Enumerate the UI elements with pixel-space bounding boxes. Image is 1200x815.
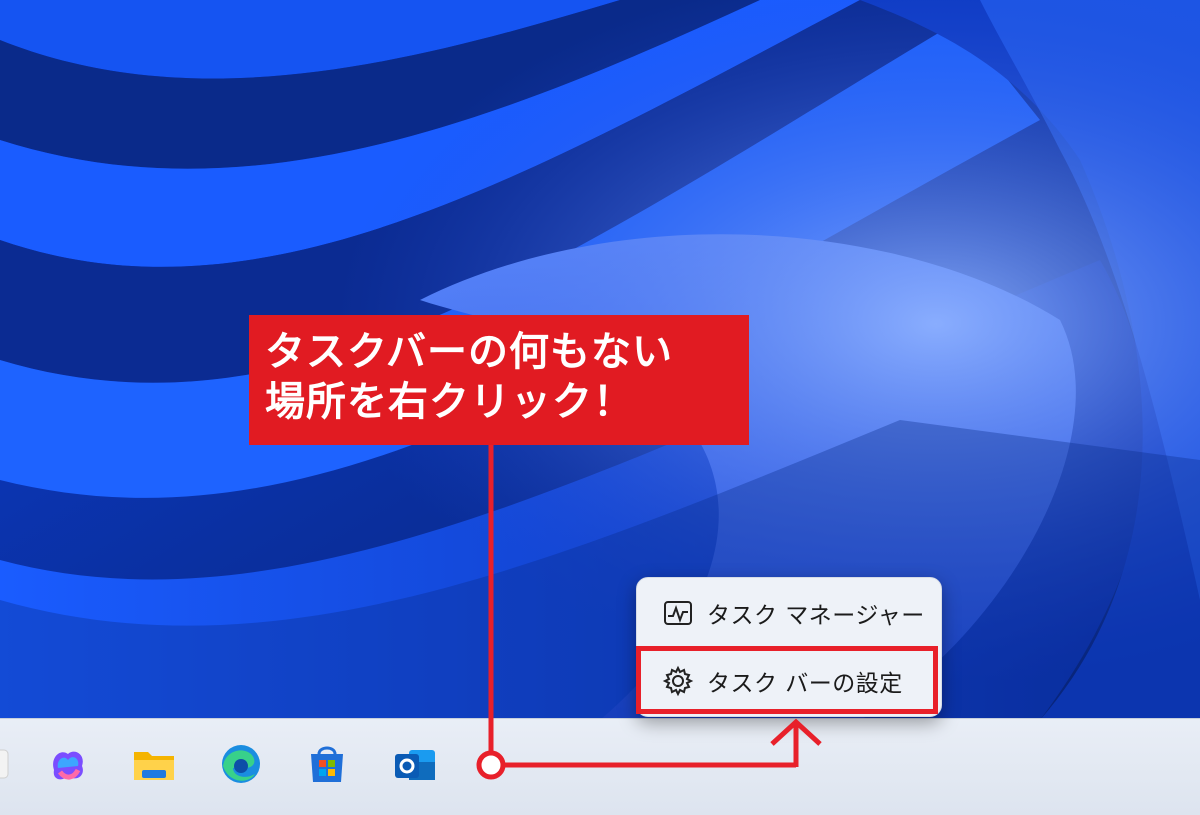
menu-item-label: タスク バーの設定 xyxy=(707,671,903,697)
menu-item-label: タスク マネージャー xyxy=(707,603,925,629)
taskbar[interactable] xyxy=(0,718,1200,815)
edge-icon[interactable] xyxy=(217,740,265,788)
task-manager-icon xyxy=(664,601,692,625)
menu-item-taskbar-settings[interactable]: タスク バーの設定 xyxy=(643,654,935,708)
outlook-icon[interactable] xyxy=(391,740,439,788)
copilot-icon[interactable] xyxy=(44,740,92,788)
file-explorer-icon[interactable] xyxy=(130,740,178,788)
microsoft-store-icon[interactable] xyxy=(303,740,351,788)
hidden-left-icon[interactable] xyxy=(0,740,18,788)
callout-line-1: タスクバーの何もない xyxy=(265,329,673,375)
instruction-callout: タスクバーの何もない 場所を右クリック！ xyxy=(249,315,749,445)
menu-item-task-manager[interactable]: タスク マネージャー xyxy=(643,586,935,640)
taskbar-context-menu: タスク マネージャー タスク バーの設定 xyxy=(636,577,942,717)
callout-line-2: 場所を右クリック！ xyxy=(265,379,634,425)
gear-icon xyxy=(662,665,694,697)
